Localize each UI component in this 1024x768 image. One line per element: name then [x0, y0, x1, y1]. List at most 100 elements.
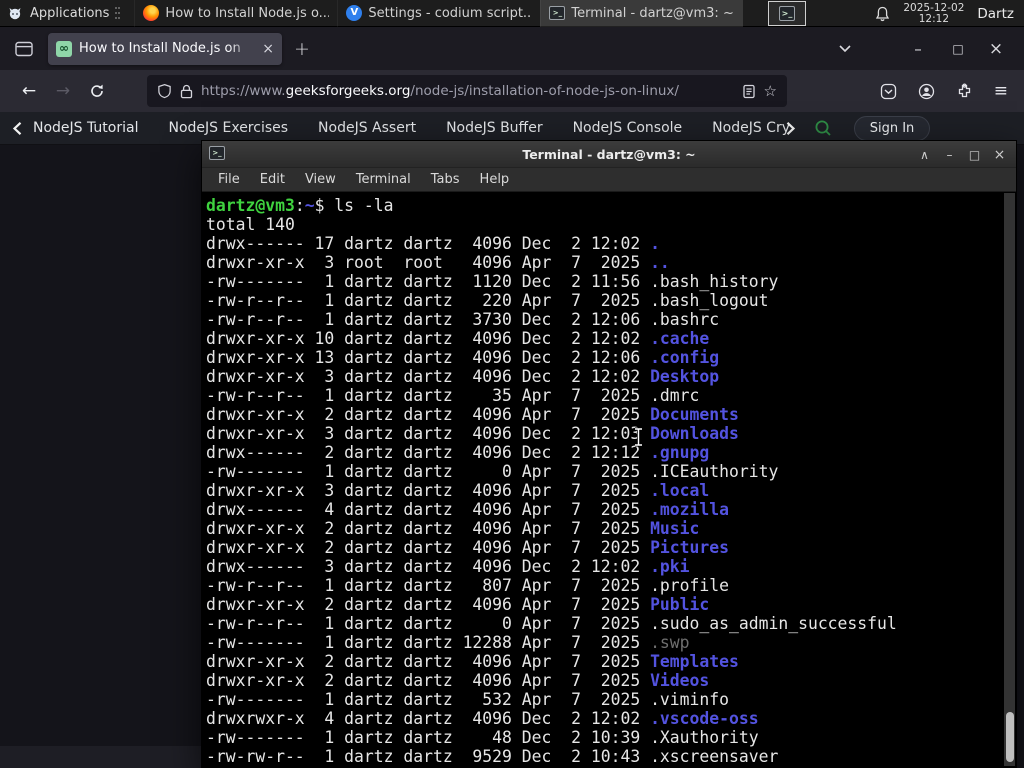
scroll-right-chevron-icon[interactable] — [785, 121, 796, 136]
pocket-save-icon[interactable] — [880, 83, 897, 100]
terminal-menu-terminal[interactable]: Terminal — [346, 172, 421, 187]
terminal-menu-file[interactable]: File — [208, 172, 250, 187]
terminal-listing-line: -rw------- 1 dartz dartz 1120 Dec 2 11:5… — [206, 272, 1004, 291]
gfg-nav-link[interactable]: NodeJS Console — [573, 120, 683, 136]
listing-columns: -rw------- 1 dartz dartz 1120 Dec 2 11:5… — [206, 272, 651, 291]
gfg-nav-link[interactable]: NodeJS Crypto — [712, 120, 789, 136]
terminal-menu-tabs[interactable]: Tabs — [421, 172, 470, 187]
panel-window-button-firefox[interactable]: How to Install Node.js o... — [134, 0, 337, 27]
terminal-scrollbar[interactable] — [1004, 193, 1015, 766]
firefox-view-icon[interactable] — [14, 40, 34, 58]
listing-filename: .bash_history — [650, 272, 779, 291]
terminal-listing-line: drwxr-xr-x 3 root root 4096 Apr 7 2025 .… — [206, 253, 1004, 272]
list-tabs-chevron-icon[interactable] — [838, 44, 852, 53]
listing-filename: Templates — [650, 652, 739, 671]
extensions-puzzle-icon[interactable] — [956, 82, 973, 100]
listing-filename: Music — [650, 519, 700, 538]
listing-filename: .local — [650, 481, 710, 500]
panel-window-button-vscodium[interactable]: V Settings - codium script... — [337, 0, 540, 27]
terminal-menu-help[interactable]: Help — [470, 172, 520, 187]
minimize-button[interactable]: – — [898, 40, 938, 58]
tab-close-icon[interactable]: × — [262, 42, 274, 56]
panel-grip — [115, 5, 121, 21]
firefox-icon — [143, 5, 160, 21]
listing-filename: .viminfo — [650, 690, 730, 709]
browser-tab[interactable]: ∞ How to Install Node.js on × — [48, 32, 282, 65]
listing-filename: .. — [650, 253, 670, 272]
panel-clock[interactable]: 2025-12-02 12:12 — [903, 2, 964, 25]
new-tab-button[interactable]: + — [294, 38, 310, 60]
listing-columns: drwxrwxr-x 4 dartz dartz 4096 Dec 2 12:0… — [206, 709, 651, 728]
terminal-prompt-line: dartz@vm3:~$ ls -la — [206, 196, 1004, 215]
bookmark-star-icon[interactable]: ☆ — [764, 82, 777, 100]
terminal-menu-edit[interactable]: Edit — [250, 172, 295, 187]
listing-filename: Downloads — [650, 424, 739, 443]
prompt-user-host: dartz@vm3 — [206, 196, 295, 215]
close-button[interactable]: × — [978, 39, 1014, 59]
panel-user-label[interactable]: Dartz — [977, 6, 1014, 22]
maximize-button[interactable]: □ — [962, 148, 987, 162]
listing-filename: .cache — [650, 329, 710, 348]
panel-dock-terminal[interactable]: >_ — [768, 1, 806, 26]
maximize-button[interactable]: □ — [938, 42, 978, 56]
terminal-icon: >_ — [209, 146, 225, 160]
gfg-nav-link[interactable]: NodeJS Exercises — [168, 120, 288, 136]
search-icon[interactable] — [814, 119, 832, 137]
scrollbar-thumb[interactable] — [1005, 712, 1014, 762]
listing-filename: .config — [650, 348, 720, 367]
terminal-menu-view[interactable]: View — [295, 172, 346, 187]
listing-columns: drwxr-xr-x 2 dartz dartz 4096 Apr 7 2025 — [206, 595, 651, 614]
applications-menu-button[interactable]: Applications — [0, 0, 134, 27]
geeksforgeeks-favicon: ∞ — [56, 40, 72, 57]
listing-columns: -rw------- 1 dartz dartz 12288 Apr 7 202… — [206, 633, 651, 652]
listing-columns: -rw-rw-r-- 1 dartz dartz 9529 Dec 2 10:4… — [206, 747, 651, 766]
back-button[interactable]: ← — [12, 81, 46, 101]
url-prefix: https://www. — [201, 83, 286, 99]
listing-filename: .mozilla — [650, 500, 730, 519]
gfg-nav-link[interactable]: NodeJS Buffer — [446, 120, 543, 136]
listing-filename: .dmrc — [650, 386, 700, 405]
shield-icon[interactable] — [157, 83, 172, 99]
prompt-command: $ ls -la — [314, 196, 394, 215]
shade-button[interactable]: ∧ — [912, 148, 937, 162]
gfg-nav-link[interactable]: NodeJS Tutorial — [33, 120, 138, 136]
listing-columns: -rw-r--r-- 1 dartz dartz 3730 Dec 2 12:0… — [206, 310, 651, 329]
firefox-tab-bar: ∞ How to Install Node.js on × + – □ × — [0, 27, 1024, 70]
terminal-titlebar[interactable]: >_ Terminal - dartz@vm3: ~ ∧ – □ × — [202, 141, 1016, 168]
terminal-icon: >_ — [779, 6, 795, 21]
terminal-listing-line: drwxr-xr-x 10 dartz dartz 4096 Dec 2 12:… — [206, 329, 1004, 348]
forward-button[interactable]: → — [46, 81, 80, 101]
panel-window-button-terminal[interactable]: >_ Terminal - dartz@vm3: ~ — [540, 0, 744, 27]
url-domain: geeksforgeeks.org — [285, 83, 411, 99]
terminal-listing-line: drwxr-xr-x 3 dartz dartz 4096 Dec 2 12:0… — [206, 424, 1004, 443]
application-menu-icon[interactable]: ≡ — [994, 81, 1008, 101]
account-icon[interactable] — [918, 83, 935, 100]
listing-filename: Pictures — [650, 538, 730, 557]
gfg-nav-link[interactable]: NodeJS Assert — [318, 120, 416, 136]
listing-filename: .xscreensaver — [650, 747, 779, 766]
terminal-listing-line: -rw-r--r-- 1 dartz dartz 807 Apr 7 2025 … — [206, 576, 1004, 595]
lock-icon[interactable] — [180, 84, 193, 99]
listing-columns: -rw------- 1 dartz dartz 0 Apr 7 2025 — [206, 462, 651, 481]
listing-filename: . — [650, 234, 660, 253]
sign-in-button[interactable]: Sign In — [854, 115, 930, 141]
terminal-listing-line: drwxr-xr-x 2 dartz dartz 4096 Apr 7 2025… — [206, 519, 1004, 538]
url-text[interactable]: https://www.geeksforgeeks.org/node-js/in… — [201, 83, 734, 99]
notification-bell-icon[interactable] — [875, 6, 890, 22]
scroll-left-chevron-icon[interactable] — [12, 121, 23, 136]
url-bar[interactable]: https://www.geeksforgeeks.org/node-js/in… — [147, 75, 787, 107]
reload-icon[interactable] — [89, 83, 105, 99]
listing-filename: .sudo_as_admin_successful — [650, 614, 897, 633]
terminal-window: >_ Terminal - dartz@vm3: ~ ∧ – □ × File E… — [201, 140, 1017, 768]
terminal-listing-line: drwxr-xr-x 2 dartz dartz 4096 Apr 7 2025… — [206, 538, 1004, 557]
terminal-listing-line: drwxr-xr-x 2 dartz dartz 4096 Apr 7 2025… — [206, 652, 1004, 671]
close-button[interactable]: × — [987, 147, 1012, 163]
reader-mode-icon[interactable] — [742, 84, 756, 99]
listing-filename: .vscode-oss — [650, 709, 759, 728]
minimize-button[interactable]: – — [937, 148, 962, 162]
listing-columns: drwxr-xr-x 2 dartz dartz 4096 Apr 7 2025 — [206, 652, 651, 671]
listing-columns: drwx------ 3 dartz dartz 4096 Dec 2 12:0… — [206, 557, 651, 576]
listing-columns: drwx------ 2 dartz dartz 4096 Dec 2 12:1… — [206, 443, 651, 462]
terminal-output[interactable]: dartz@vm3:~$ ls -la total 140 drwx------ 1… — [203, 193, 1004, 766]
terminal-listing-line: -rw------- 1 dartz dartz 12288 Apr 7 202… — [206, 633, 1004, 652]
